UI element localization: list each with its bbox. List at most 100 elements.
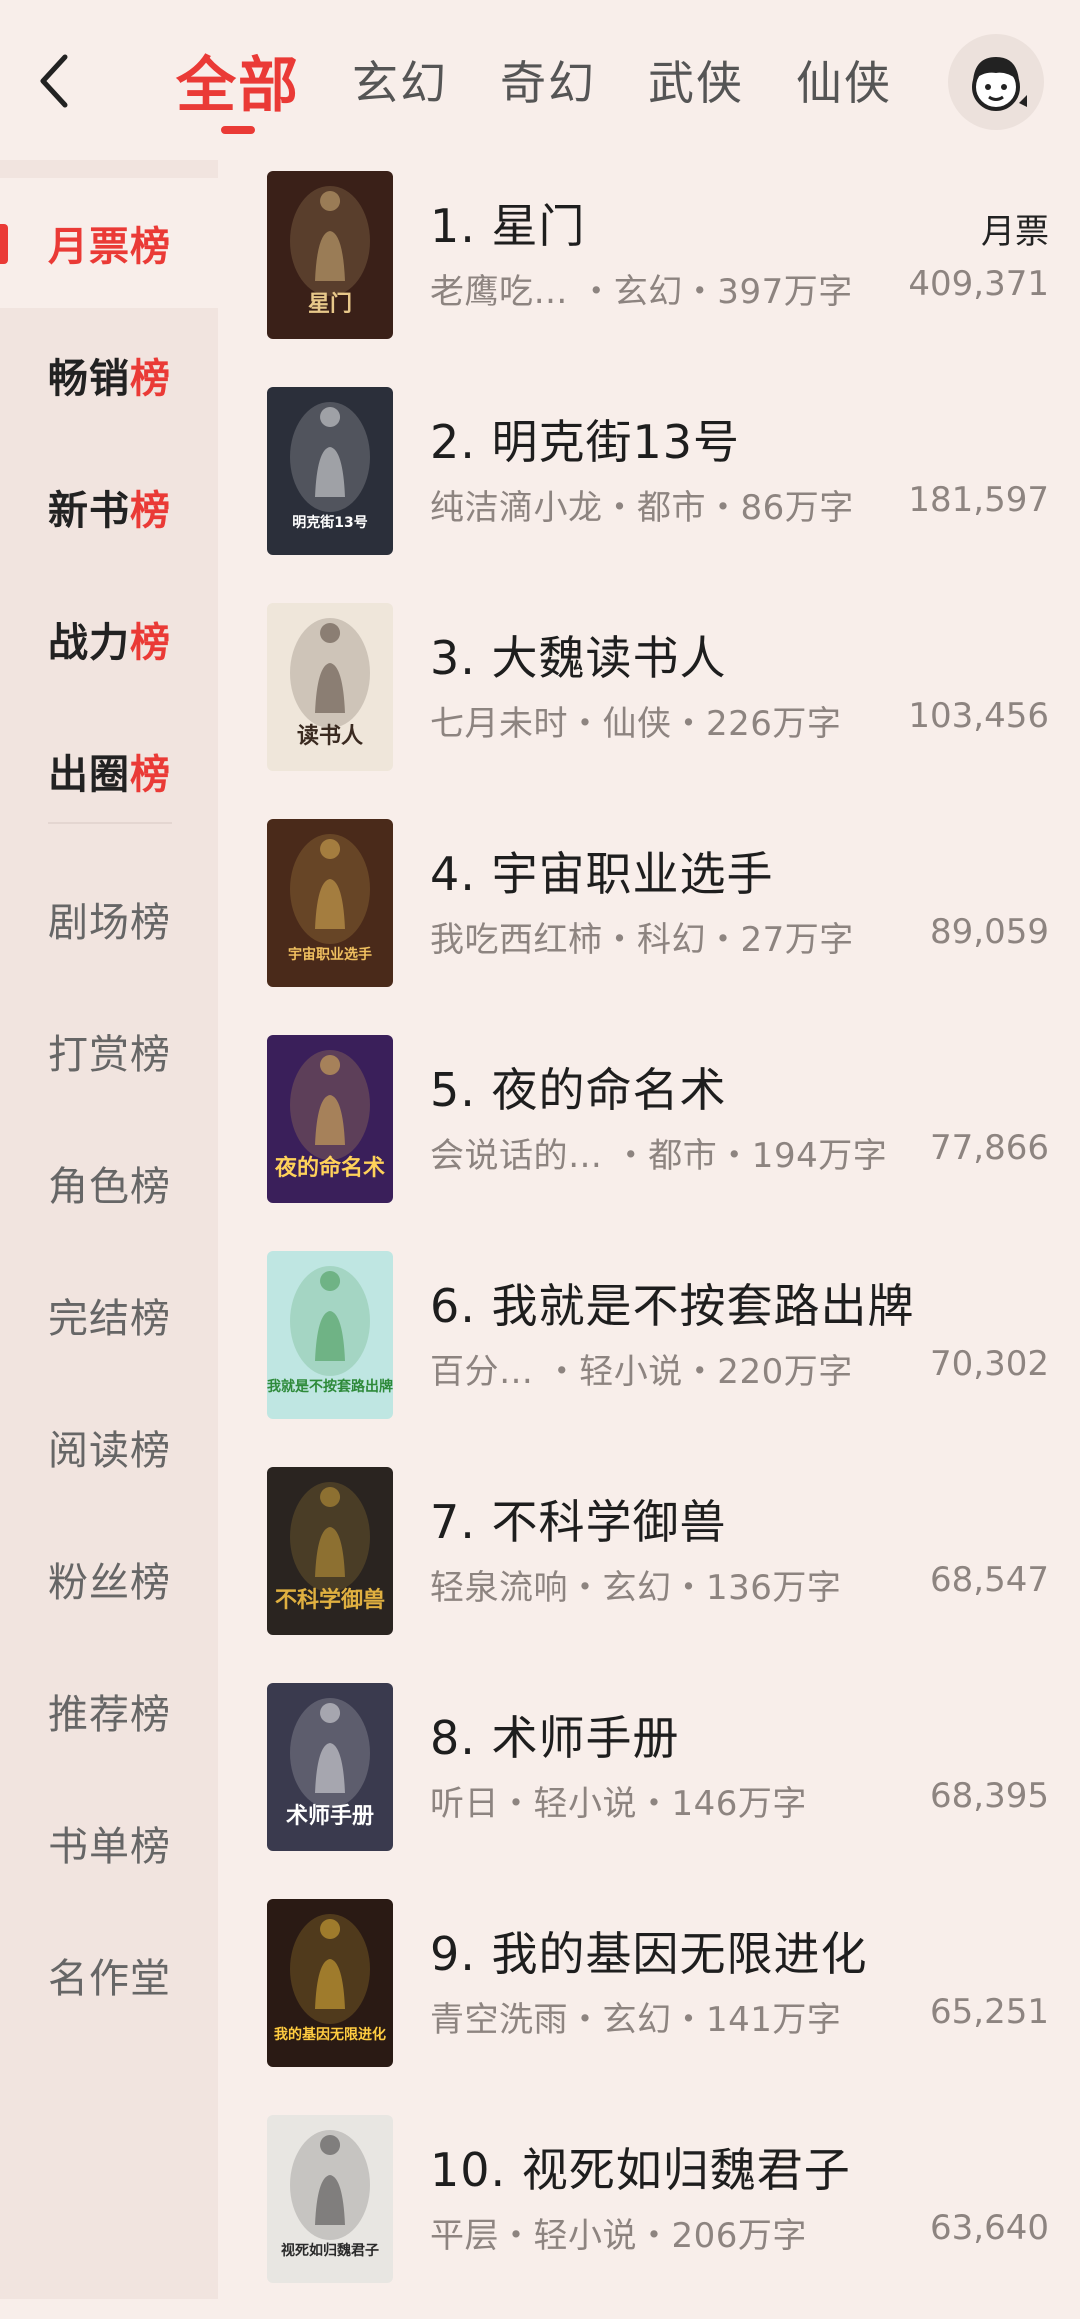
sidebar-divider — [48, 822, 172, 824]
sidebar-item-label-head: 月票 — [48, 224, 130, 270]
sidebar-item-label: 推荐榜 — [48, 1692, 171, 1738]
sidebar-item-label: 角色榜 — [48, 1164, 171, 1210]
book-cover[interactable]: 术师手册 — [267, 1683, 393, 1851]
sidebar-item-booklist[interactable]: 书单榜 — [0, 1778, 218, 1908]
sidebar-item-monthly-ticket[interactable]: 月票榜 — [0, 178, 218, 308]
book-row[interactable]: 我就是不按套路出牌 6. 我就是不按套路出牌 百分… ・轻小说・220万字 70… — [218, 1240, 1080, 1455]
book-cover[interactable]: 不科学御兽 — [267, 1467, 393, 1635]
book-meta: 七月未时・仙侠・226万字 — [430, 704, 842, 744]
sidebar-item-label: 粉丝榜 — [48, 1560, 171, 1606]
book-cover-art: 我的基因无限进化 — [267, 1899, 393, 2067]
monthly-ticket-count: 63,640 — [930, 2208, 1049, 2248]
book-cover[interactable]: 星门 — [267, 171, 393, 339]
book-row[interactable]: 视死如归魏君子 10. 视死如归魏君子 平层・轻小说・206万字 63,640 — [218, 2104, 1080, 2319]
book-meta: 听日・轻小说・146万字 — [430, 1784, 807, 1824]
book-cover-title: 星门 — [308, 291, 352, 317]
chevron-left-icon — [40, 54, 68, 108]
sidebar-item-character[interactable]: 角色榜 — [0, 1118, 218, 1248]
book-meta: 老鹰吃… ・玄幻・397万字 — [430, 272, 853, 312]
book-row[interactable]: 读书人 3. 大魏读书人 七月未时・仙侠・226万字 103,456 — [218, 592, 1080, 807]
book-cover-title: 不科学御兽 — [275, 1587, 385, 1613]
book-row[interactable]: 宇宙职业选手 4. 宇宙职业选手 我吃西红柿・科幻・27万字 89,059 — [218, 808, 1080, 1023]
tab-xianxia[interactable]: 仙侠 — [796, 40, 892, 120]
monthly-ticket-count: 68,395 — [930, 1776, 1049, 1816]
book-cover[interactable]: 明克街13号 — [267, 387, 393, 555]
tab-wuxia[interactable]: 武侠 — [648, 40, 744, 120]
sidebar-item-fans[interactable]: 粉丝榜 — [0, 1514, 218, 1644]
tab-label: 武侠 — [648, 56, 744, 110]
book-cover[interactable]: 读书人 — [267, 603, 393, 771]
back-button[interactable] — [26, 46, 82, 116]
tab-label: 奇幻 — [500, 56, 596, 110]
sidebar-item-label-head: 出圈 — [48, 752, 130, 798]
book-row[interactable]: 我的基因无限进化 9. 我的基因无限进化 青空洗雨・玄幻・141万字 65,25… — [218, 1888, 1080, 2103]
ranking-sidebar: 月票榜 畅销榜 新书榜 战力榜 出圈榜 剧场榜 打赏榜 角色榜 完结榜 阅读榜 … — [0, 160, 218, 2299]
book-cover[interactable]: 我就是不按套路出牌 — [267, 1251, 393, 1419]
book-cover-title: 视死如归魏君子 — [281, 2242, 379, 2259]
sidebar-item-breakout[interactable]: 出圈榜 — [0, 706, 218, 836]
category-tabs: 全部 玄幻 奇幻 武侠 仙侠 — [176, 40, 944, 134]
monthly-ticket-count: 103,456 — [908, 696, 1049, 736]
sidebar-item-label: 阅读榜 — [48, 1428, 171, 1474]
book-title: 2. 明克街13号 — [430, 415, 741, 469]
book-cover[interactable]: 我的基因无限进化 — [267, 1899, 393, 2067]
monthly-ticket-count: 65,251 — [930, 1992, 1049, 2032]
book-row[interactable]: 星门 1. 星门 月票 老鹰吃… ・玄幻・397万字 409,371 — [218, 160, 1080, 375]
sidebar-item-label: 名作堂 — [48, 1956, 171, 2002]
monthly-ticket-count: 181,597 — [908, 480, 1049, 520]
book-cover-title: 读书人 — [297, 724, 363, 749]
book-title: 1. 星门 — [430, 199, 586, 253]
sidebar-item-reading[interactable]: 阅读榜 — [0, 1382, 218, 1512]
sidebar-item-power[interactable]: 战力榜 — [0, 574, 218, 704]
sidebar-item-completed[interactable]: 完结榜 — [0, 1250, 218, 1380]
book-cover-art: 视死如归魏君子 — [267, 2115, 393, 2283]
book-title: 9. 我的基因无限进化 — [430, 1927, 868, 1981]
book-cover-art: 不科学御兽 — [267, 1467, 393, 1635]
sidebar-item-bestseller[interactable]: 畅销榜 — [0, 310, 218, 440]
book-meta: 纯洁滴小龙・都市・86万字 — [430, 488, 854, 528]
book-cover-title: 我的基因无限进化 — [274, 2026, 386, 2043]
sidebar-item-label-head: 畅销 — [48, 356, 130, 402]
sidebar-item-theater[interactable]: 剧场榜 — [0, 854, 218, 984]
book-cover-title: 我就是不按套路出牌 — [267, 1378, 393, 1395]
book-row[interactable]: 明克街13号 2. 明克街13号 纯洁滴小龙・都市・86万字 181,597 — [218, 376, 1080, 591]
book-cover-title: 夜的命名术 — [274, 1155, 385, 1181]
book-cover-title: 宇宙职业选手 — [288, 946, 372, 963]
sidebar-item-label: 书单榜 — [48, 1824, 171, 1870]
top-bar: 全部 玄幻 奇幻 武侠 仙侠 — [0, 0, 1080, 160]
sidebar-item-masterpiece[interactable]: 名作堂 — [0, 1910, 218, 2040]
sidebar-item-reward[interactable]: 打赏榜 — [0, 986, 218, 1116]
book-cover[interactable]: 视死如归魏君子 — [267, 2115, 393, 2283]
value-label: 月票 — [981, 212, 1049, 252]
active-indicator — [0, 224, 8, 264]
book-row[interactable]: 术师手册 8. 术师手册 听日・轻小说・146万字 68,395 — [218, 1672, 1080, 1887]
book-cover-art: 读书人 — [267, 603, 393, 771]
tab-qihuan[interactable]: 奇幻 — [500, 40, 596, 120]
sidebar-item-label-tail: 榜 — [130, 356, 171, 402]
book-row[interactable]: 夜的命名术 5. 夜的命名术 会说话的… ・都市・194万字 77,866 — [218, 1024, 1080, 1239]
book-cover-art: 宇宙职业选手 — [267, 819, 393, 987]
monthly-ticket-count: 89,059 — [930, 912, 1049, 952]
sidebar-item-label: 完结榜 — [48, 1296, 171, 1342]
sidebar-item-label-head: 新书 — [48, 488, 130, 534]
monthly-ticket-count: 70,302 — [930, 1344, 1049, 1384]
sidebar-item-recommend[interactable]: 推荐榜 — [0, 1646, 218, 1776]
book-title: 7. 不科学御兽 — [430, 1495, 727, 1549]
book-title: 8. 术师手册 — [430, 1711, 680, 1765]
book-cover[interactable]: 夜的命名术 — [267, 1035, 393, 1203]
sidebar-item-label-tail: 榜 — [130, 752, 171, 798]
book-title: 6. 我就是不按套路出牌 — [430, 1279, 915, 1333]
tab-label: 全部 — [176, 50, 300, 121]
book-cover[interactable]: 宇宙职业选手 — [267, 819, 393, 987]
sidebar-item-new-book[interactable]: 新书榜 — [0, 442, 218, 572]
tab-all[interactable]: 全部 — [176, 40, 300, 134]
user-avatar-icon — [972, 57, 1027, 111]
monthly-ticket-count: 68,547 — [930, 1560, 1049, 1600]
user-avatar[interactable] — [948, 34, 1044, 130]
tab-label: 仙侠 — [796, 56, 892, 110]
book-row[interactable]: 不科学御兽 7. 不科学御兽 轻泉流响・玄幻・136万字 68,547 — [218, 1456, 1080, 1671]
active-tab-indicator — [221, 126, 255, 134]
tab-xuanhuan[interactable]: 玄幻 — [352, 40, 448, 120]
sidebar-item-label-tail: 榜 — [130, 620, 171, 666]
book-title: 5. 夜的命名术 — [430, 1063, 727, 1117]
